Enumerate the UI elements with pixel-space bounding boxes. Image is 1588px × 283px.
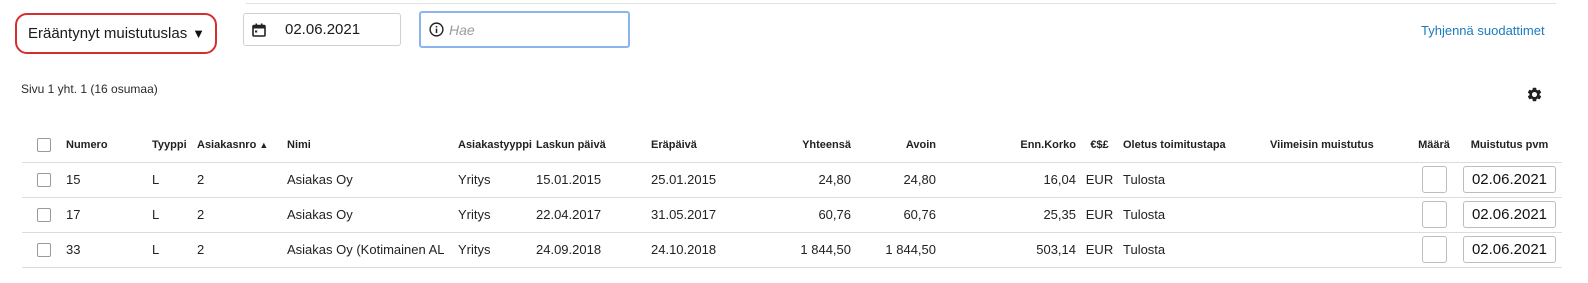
search-input[interactable] [449,21,619,38]
row-checkbox[interactable] [37,173,51,188]
cell-asiakasnro: 2 [197,161,287,197]
column-header-laskun-paiva[interactable]: Laskun päivä [536,129,651,162]
reminder-date-field[interactable]: 02.06.2021 [1463,201,1556,228]
cell-tyyppi: L [152,161,197,197]
column-header-asiakastyyppi[interactable]: Asiakastyyppi [458,129,536,162]
cell-enn-korko: 25,35 [936,196,1076,232]
date-filter-field[interactable]: 02.06.2021 [243,13,401,46]
status-filter-value: Erääntynyt muistutuslas… [28,25,189,42]
column-header-muistutus-pvm[interactable]: Muistutus pvm [1457,129,1562,162]
gear-icon[interactable] [1526,86,1543,103]
cell-nimi: Asiakas Oy [287,196,458,232]
cell-asiakastyyppi: Yritys [458,196,536,232]
cell-toimitustapa: Tulosta [1123,161,1270,197]
cell-laskun-paiva: 24.09.2018 [536,231,651,268]
table-row[interactable]: 17 L 2 Asiakas Oy Yritys 22.04.2017 31.0… [22,196,1562,232]
status-filter-select[interactable]: Erääntynyt muistutuslas… ▼ [15,13,217,54]
row-checkbox[interactable] [37,243,51,258]
column-header-asiakasnro: Asiakasnro [197,139,257,152]
cell-asiakasnro: 2 [197,196,287,232]
cell-asiakastyyppi: Yritys [458,231,536,268]
column-header-asiakasnro-cell[interactable]: Asiakasnro ▲ [197,129,287,162]
row-checkbox[interactable] [37,208,51,223]
cell-yhteensa: 1 844,50 [756,231,851,268]
quantity-input[interactable] [1421,236,1447,263]
cell-laskun-paiva: 15.01.2015 [536,161,651,197]
info-icon [429,22,444,37]
cell-nimi: Asiakas Oy [287,161,458,197]
column-header-viimeisin-muistutus[interactable]: Viimeisin muistutus [1270,129,1411,162]
column-header-avoin[interactable]: Avoin [851,129,936,162]
cell-valuutta: EUR [1076,196,1123,232]
invoice-table: Numero Tyyppi Asiakasnro ▲ Nimi Asiakasty… [22,129,1562,268]
clear-filters-link[interactable]: Tyhjennä suodattimet [1421,23,1545,38]
column-header-erapaiva[interactable]: Eräpäivä [651,129,756,162]
table-row[interactable]: 33 L 2 Asiakas Oy (Kotimainen AL Yritys … [22,231,1562,268]
cell-numero: 17 [66,196,152,232]
cell-avoin: 1 844,50 [851,231,936,268]
cell-valuutta: EUR [1076,161,1123,197]
cell-asiakasnro: 2 [197,231,287,268]
cell-tyyppi: L [152,231,197,268]
caret-down-icon: ▼ [192,26,205,41]
cell-viimeisin-muistutus [1270,231,1411,268]
cell-avoin: 60,76 [851,196,936,232]
column-header-nimi[interactable]: Nimi [287,129,458,162]
table-row[interactable]: 15 L 2 Asiakas Oy Yritys 15.01.2015 25.0… [22,161,1562,197]
quantity-input[interactable] [1421,201,1447,228]
cell-erapaiva: 31.05.2017 [651,196,756,232]
cell-avoin: 24,80 [851,161,936,197]
cell-viimeisin-muistutus [1270,161,1411,197]
top-divider [246,3,1556,4]
quantity-input[interactable] [1421,166,1447,193]
search-field[interactable] [419,11,630,48]
cell-erapaiva: 24.10.2018 [651,231,756,268]
column-header-yhteensa[interactable]: Yhteensä [756,129,851,162]
cell-erapaiva: 25.01.2015 [651,161,756,197]
cell-valuutta: EUR [1076,231,1123,268]
column-header-numero[interactable]: Numero [66,129,152,162]
cell-yhteensa: 60,76 [756,196,851,232]
reminder-date-field[interactable]: 02.06.2021 [1463,166,1556,193]
cell-numero: 33 [66,231,152,268]
cell-toimitustapa: Tulosta [1123,231,1270,268]
cell-numero: 15 [66,161,152,197]
pagination-info: Sivu 1 yht. 1 (16 osumaa) [21,82,158,96]
table-header-row: Numero Tyyppi Asiakasnro ▲ Nimi Asiakasty… [22,129,1562,162]
cell-nimi: Asiakas Oy (Kotimainen AL [287,231,458,268]
column-header-tyyppi[interactable]: Tyyppi [152,129,197,162]
column-header-oletus-toimitustapa[interactable]: Oletus toimitustapa [1123,129,1270,162]
cell-yhteensa: 24,80 [756,161,851,197]
cell-laskun-paiva: 22.04.2017 [536,196,651,232]
cell-tyyppi: L [152,196,197,232]
cell-enn-korko: 16,04 [936,161,1076,197]
column-header-enn-korko[interactable]: Enn.Korko [936,129,1076,162]
chevron-up-icon: ▲ [259,140,269,151]
cell-toimitustapa: Tulosta [1123,196,1270,232]
cell-viimeisin-muistutus [1270,196,1411,232]
cell-enn-korko: 503,14 [936,231,1076,268]
calendar-icon [252,23,266,37]
column-header-valuutta[interactable]: €$£ [1076,129,1123,162]
reminder-date-field[interactable]: 02.06.2021 [1463,236,1556,263]
select-all-checkbox[interactable] [37,138,51,153]
cell-asiakastyyppi: Yritys [458,161,536,197]
column-header-maara[interactable]: Määrä [1411,129,1457,162]
date-filter-value: 02.06.2021 [285,21,361,38]
